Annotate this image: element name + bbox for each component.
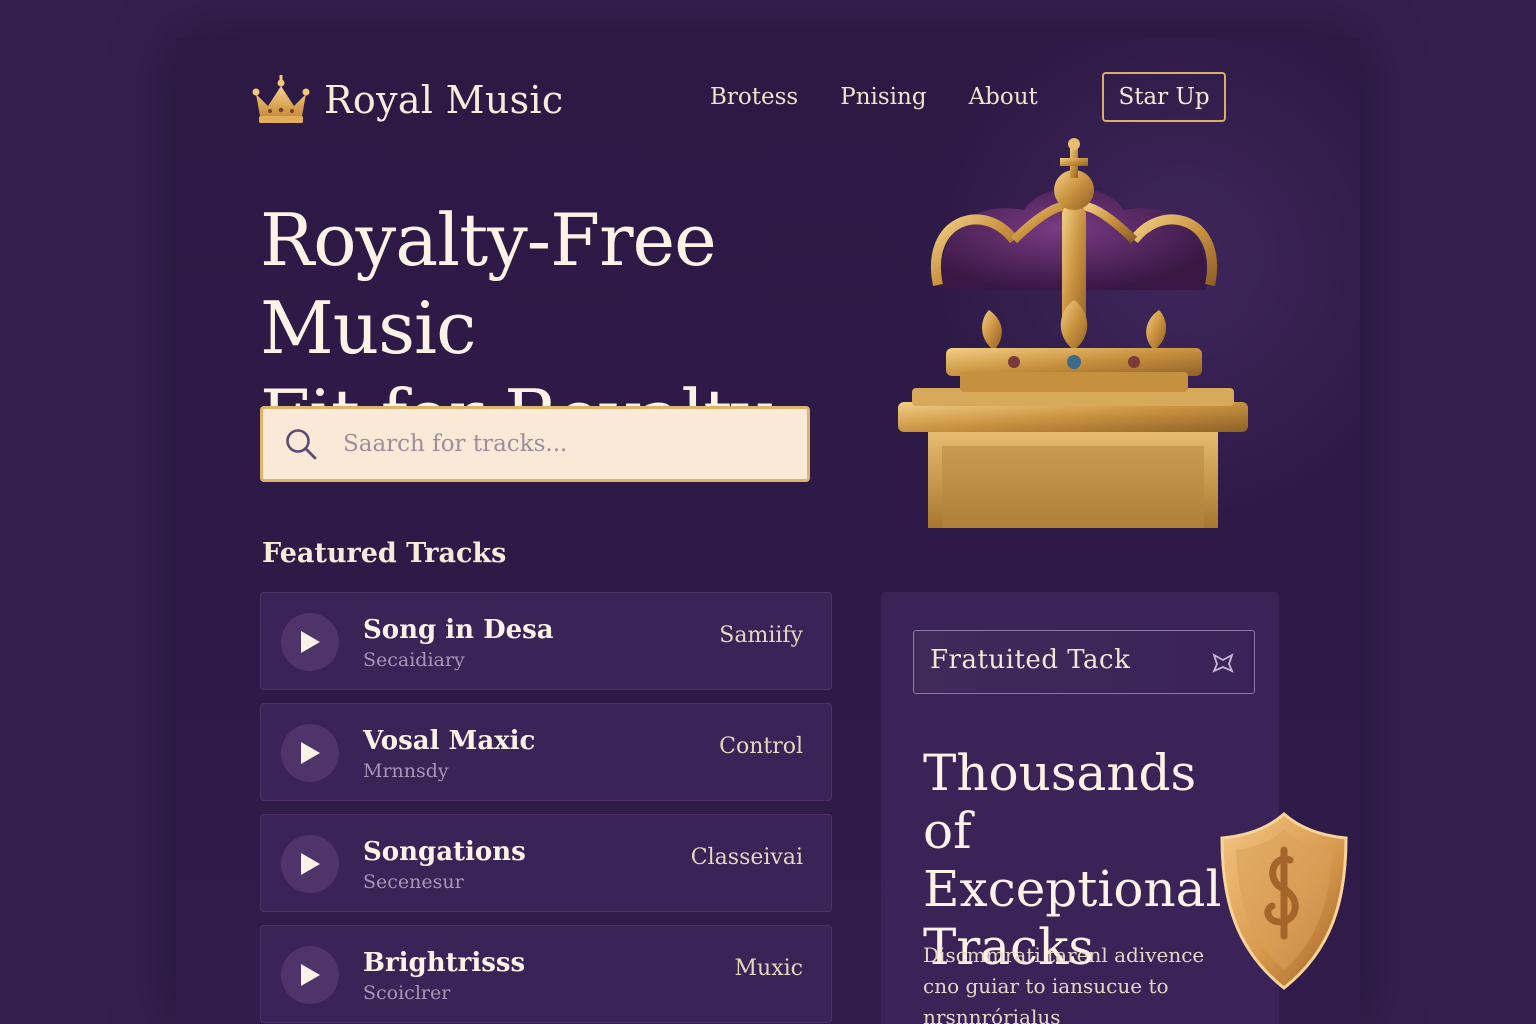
play-button[interactable] bbox=[281, 835, 339, 893]
main-nav: Brotess Pnising About bbox=[710, 84, 1038, 110]
track-row[interactable]: Song in Desa Secaidiary Samiify bbox=[260, 592, 832, 690]
featured-track-tag[interactable]: Fratuited Tack bbox=[913, 630, 1255, 694]
brand-name: Royal Music bbox=[324, 78, 564, 122]
play-icon bbox=[301, 631, 320, 653]
promo-description: Discmmrati tarenl adivence cno guiar to … bbox=[923, 943, 1205, 1024]
crown-pedestal-illustration bbox=[898, 138, 1248, 528]
play-icon bbox=[301, 853, 320, 875]
play-button[interactable] bbox=[281, 613, 339, 671]
play-icon bbox=[301, 742, 320, 764]
promo-panel: Fratuited Tack Thousands of Exceptional … bbox=[881, 592, 1348, 1024]
page-frame: Royal Music Brotess Pnising About Star U… bbox=[176, 38, 1360, 1024]
promo-title-line2: Exceptional bbox=[923, 860, 1222, 918]
track-row[interactable]: Vosal Maxic Mrnnsdy Control bbox=[260, 703, 832, 801]
nav-item-browse[interactable]: Brotess bbox=[710, 84, 798, 110]
track-list: Song in Desa Secaidiary Samiify Vosal Ma… bbox=[260, 592, 832, 1024]
track-subtitle: Scoiclrer bbox=[363, 982, 451, 1004]
track-title: Vosal Maxic bbox=[363, 726, 536, 756]
hero-title-line1: Royalty-Free Music bbox=[260, 198, 717, 370]
track-genre: Samiify bbox=[719, 623, 803, 648]
track-subtitle: Secenesur bbox=[363, 871, 464, 893]
featured-tracks-heading: Featured Tracks bbox=[262, 538, 507, 569]
track-title: Songations bbox=[363, 837, 526, 867]
track-title: Song in Desa bbox=[363, 615, 554, 645]
track-genre: Classeivai bbox=[690, 845, 803, 870]
track-title: Brightrisss bbox=[363, 948, 526, 978]
play-button[interactable] bbox=[281, 724, 339, 782]
nav-item-pricing[interactable]: Pnising bbox=[840, 84, 926, 110]
nav-item-about[interactable]: About bbox=[969, 84, 1038, 110]
track-genre: Control bbox=[719, 734, 803, 759]
play-icon bbox=[301, 964, 320, 986]
crown-icon bbox=[252, 75, 310, 123]
search-bar[interactable] bbox=[260, 406, 810, 482]
track-genre: Muxic bbox=[734, 956, 803, 981]
featured-track-tag-label: Fratuited Tack bbox=[930, 645, 1131, 675]
play-button[interactable] bbox=[281, 946, 339, 1004]
track-row[interactable]: Songations Secenesur Classeivai bbox=[260, 814, 832, 912]
track-row[interactable]: Brightrisss Scoiclrer Muxic bbox=[260, 925, 832, 1023]
badge-icon bbox=[1212, 653, 1234, 673]
shield-icon bbox=[1220, 811, 1348, 990]
track-subtitle: Secaidiary bbox=[363, 649, 465, 671]
brand-logo[interactable]: Royal Music bbox=[250, 74, 563, 126]
search-input[interactable] bbox=[341, 430, 765, 458]
search-icon bbox=[286, 429, 317, 460]
promo-title-line1: Thousands of bbox=[923, 744, 1197, 860]
track-subtitle: Mrnnsdy bbox=[363, 760, 449, 782]
